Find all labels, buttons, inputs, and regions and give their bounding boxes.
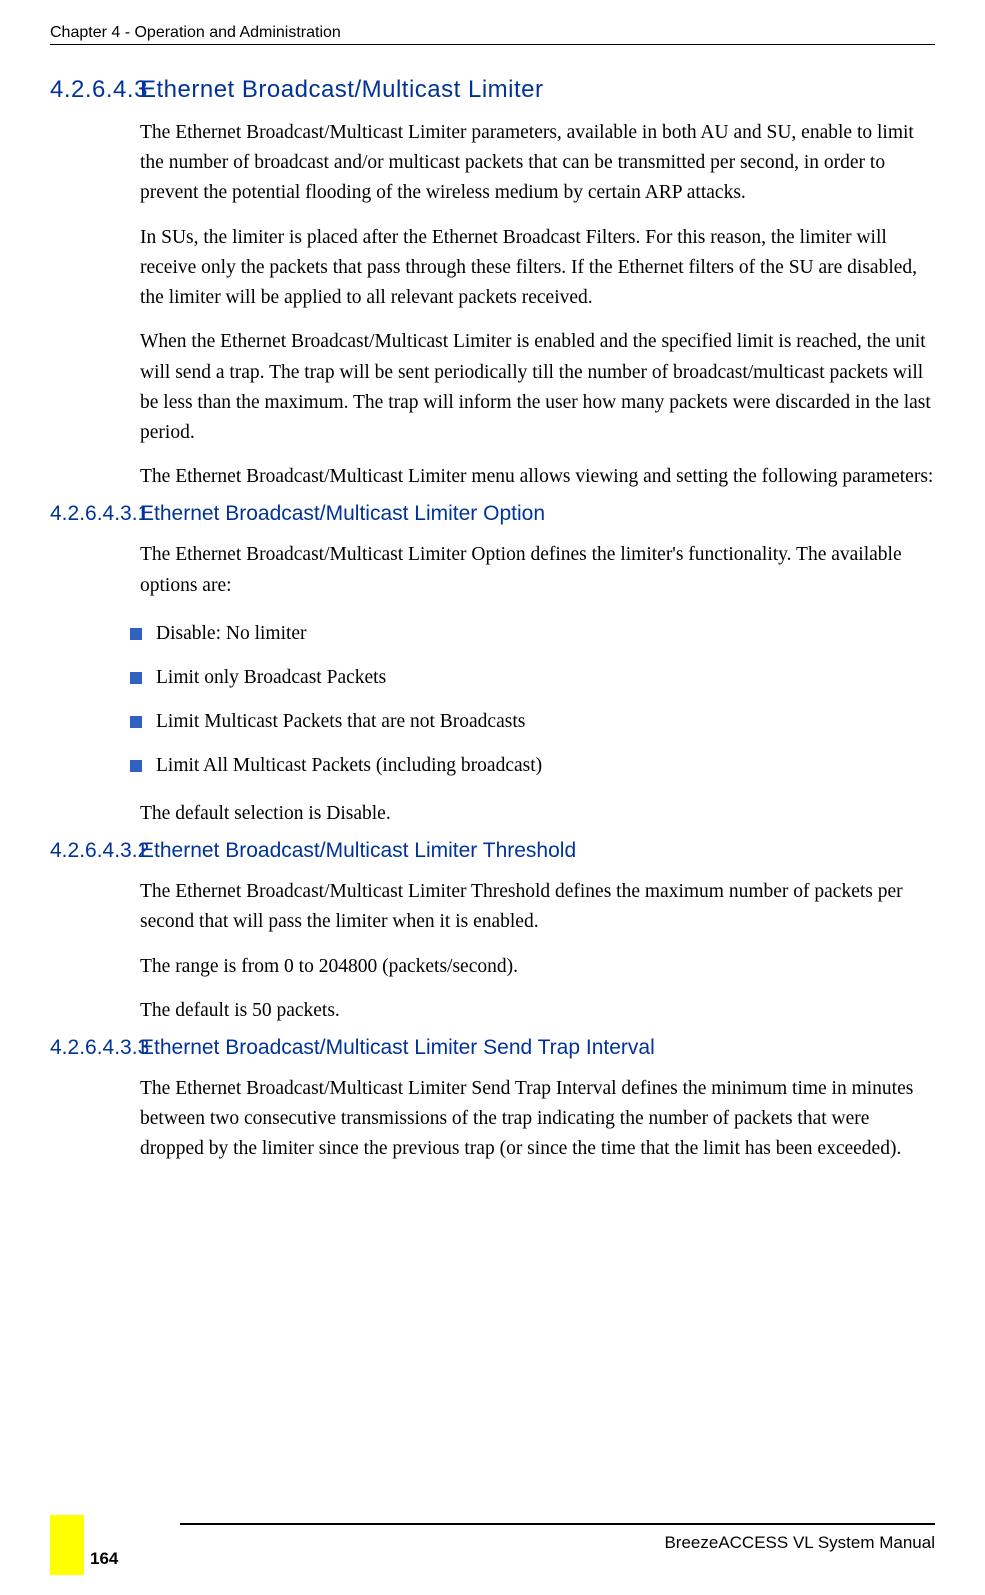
- list-item-text: Limit only Broadcast Packets: [156, 667, 386, 689]
- paragraph: The Ethernet Broadcast/Multicast Limiter…: [140, 1074, 935, 1165]
- footer-manual-title: BreezeACCESS VL System Manual: [664, 1533, 935, 1553]
- paragraph: In SUs, the limiter is placed after the …: [140, 223, 935, 314]
- subsection-number: 4.2.6.4.3.1: [50, 502, 149, 525]
- section-number: 4.2.6.4.3: [50, 76, 148, 103]
- bullet-icon: [130, 628, 142, 640]
- bullet-icon: [130, 672, 142, 684]
- list-item: Limit only Broadcast Packets: [130, 667, 935, 689]
- bullet-icon: [130, 716, 142, 728]
- footer-rule: [180, 1523, 935, 1525]
- list-item: Limit All Multicast Packets (including b…: [130, 755, 935, 777]
- page-marker-highlight: [50, 1515, 84, 1575]
- list-item: Limit Multicast Packets that are not Bro…: [130, 711, 935, 733]
- subsection-title: Ethernet Broadcast/Multicast Limiter Sen…: [140, 1036, 655, 1059]
- subsection-title: Ethernet Broadcast/Multicast Limiter Opt…: [140, 502, 545, 525]
- bullet-icon: [130, 760, 142, 772]
- list-item: Disable: No limiter: [130, 623, 935, 645]
- subsection-number: 4.2.6.4.3.2: [50, 839, 149, 862]
- header-rule: [50, 44, 935, 45]
- subsection-title: Ethernet Broadcast/Multicast Limiter Thr…: [140, 839, 576, 862]
- paragraph: The Ethernet Broadcast/Multicast Limiter…: [140, 462, 935, 492]
- subsection-number: 4.2.6.4.3.3: [50, 1036, 149, 1059]
- list-item-text: Disable: No limiter: [156, 623, 307, 645]
- list-item-text: Limit Multicast Packets that are not Bro…: [156, 711, 525, 733]
- paragraph: When the Ethernet Broadcast/Multicast Li…: [140, 327, 935, 448]
- page-number: 164: [90, 1549, 118, 1569]
- section-title: Ethernet Broadcast/Multicast Limiter: [140, 76, 544, 103]
- paragraph: The default is 50 packets.: [140, 996, 935, 1026]
- paragraph: The range is from 0 to 204800 (packets/s…: [140, 952, 935, 982]
- list-item-text: Limit All Multicast Packets (including b…: [156, 755, 542, 777]
- paragraph: The Ethernet Broadcast/Multicast Limiter…: [140, 118, 935, 209]
- paragraph: The Ethernet Broadcast/Multicast Limiter…: [140, 877, 935, 937]
- running-header: Chapter 4 - Operation and Administration: [50, 24, 935, 42]
- paragraph: The default selection is Disable.: [140, 799, 935, 829]
- paragraph: The Ethernet Broadcast/Multicast Limiter…: [140, 540, 935, 600]
